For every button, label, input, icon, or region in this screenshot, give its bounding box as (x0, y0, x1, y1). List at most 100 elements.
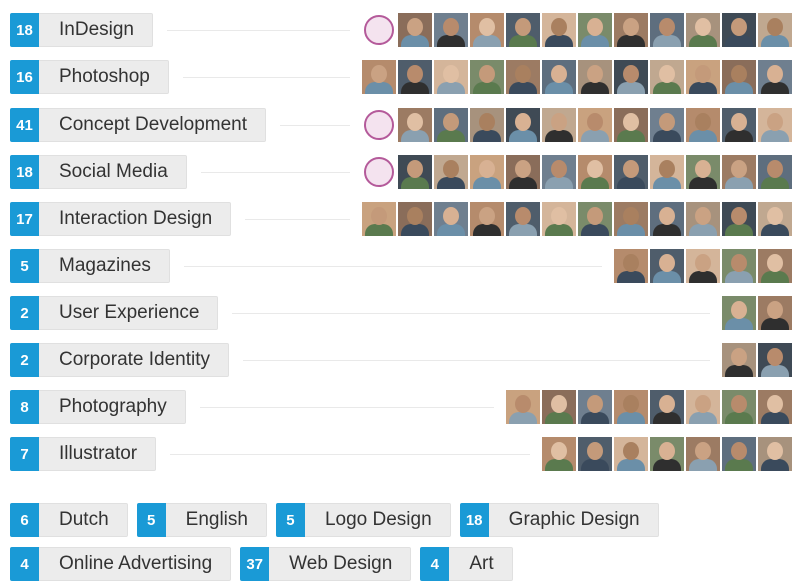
tag-pill[interactable]: 5 English (136, 503, 267, 537)
avatar[interactable] (362, 60, 396, 94)
avatar[interactable] (398, 60, 432, 94)
avatar[interactable] (578, 390, 612, 424)
avatar[interactable] (542, 60, 576, 94)
avatar[interactable] (686, 437, 720, 471)
avatar[interactable] (722, 13, 756, 47)
avatar[interactable] (758, 155, 792, 189)
avatar[interactable] (758, 60, 792, 94)
tag-pill[interactable]: 5 Logo Design (275, 503, 451, 537)
avatar[interactable] (542, 390, 576, 424)
avatar[interactable] (578, 202, 612, 236)
skill-pill[interactable]: 8 Photography (10, 390, 186, 424)
avatar[interactable] (650, 249, 684, 283)
avatar[interactable] (722, 60, 756, 94)
avatar[interactable] (722, 343, 756, 377)
avatar[interactable] (434, 60, 468, 94)
skill-label[interactable]: User Experience (39, 296, 219, 330)
skill-label[interactable]: Photography (39, 390, 186, 424)
skill-label[interactable]: Concept Development (39, 108, 266, 142)
avatar[interactable] (506, 155, 540, 189)
avatar[interactable] (542, 108, 576, 142)
avatar[interactable] (758, 108, 792, 142)
avatar[interactable] (614, 108, 648, 142)
avatar[interactable] (362, 13, 396, 47)
skill-pill[interactable]: 17 Interaction Design (10, 202, 232, 236)
tag-label[interactable]: English (165, 503, 267, 537)
avatar[interactable] (722, 296, 756, 330)
avatar[interactable] (542, 155, 576, 189)
avatar[interactable] (578, 437, 612, 471)
skill-pill[interactable]: 16 Photoshop (10, 60, 169, 94)
avatar[interactable] (398, 108, 432, 142)
skill-pill[interactable]: 18 Social Media (10, 155, 187, 189)
avatar[interactable] (686, 202, 720, 236)
tag-label[interactable]: Graphic Design (488, 503, 659, 537)
skill-pill[interactable]: 7 Illustrator (10, 437, 157, 471)
avatar[interactable] (470, 108, 504, 142)
avatar[interactable] (686, 108, 720, 142)
tag-label[interactable]: Art (449, 547, 513, 581)
avatar[interactable] (722, 108, 756, 142)
avatar[interactable] (758, 343, 792, 377)
avatar[interactable] (542, 13, 576, 47)
avatar[interactable] (470, 60, 504, 94)
avatar[interactable] (758, 296, 792, 330)
avatar[interactable] (614, 60, 648, 94)
avatar[interactable] (614, 13, 648, 47)
avatar[interactable] (758, 13, 792, 47)
avatar[interactable] (470, 202, 504, 236)
avatar[interactable] (614, 437, 648, 471)
skill-pill[interactable]: 18 InDesign (10, 13, 153, 47)
tag-pill[interactable]: 4 Art (420, 547, 513, 581)
avatar[interactable] (650, 108, 684, 142)
skill-label[interactable]: Interaction Design (39, 202, 232, 236)
skill-label[interactable]: Illustrator (39, 437, 157, 471)
avatar[interactable] (758, 202, 792, 236)
avatar[interactable] (434, 13, 468, 47)
avatar[interactable] (686, 390, 720, 424)
skill-label[interactable]: InDesign (39, 13, 153, 47)
avatar[interactable] (650, 60, 684, 94)
avatar[interactable] (434, 155, 468, 189)
tag-pill[interactable]: 18 Graphic Design (459, 503, 659, 537)
avatar[interactable] (506, 390, 540, 424)
avatar[interactable] (722, 155, 756, 189)
skill-pill[interactable]: 5 Magazines (10, 249, 170, 283)
avatar[interactable] (470, 13, 504, 47)
avatar[interactable] (578, 60, 612, 94)
avatar[interactable] (542, 437, 576, 471)
avatar[interactable] (578, 108, 612, 142)
avatar[interactable] (722, 249, 756, 283)
avatar[interactable] (614, 155, 648, 189)
avatar[interactable] (470, 155, 504, 189)
avatar[interactable] (434, 202, 468, 236)
avatar[interactable] (614, 390, 648, 424)
avatar[interactable] (506, 13, 540, 47)
skill-pill[interactable]: 41 Concept Development (10, 108, 266, 142)
avatar[interactable] (362, 155, 396, 189)
skill-label[interactable]: Magazines (39, 249, 170, 283)
skill-label[interactable]: Social Media (39, 155, 187, 189)
avatar[interactable] (578, 155, 612, 189)
avatar[interactable] (650, 13, 684, 47)
avatar[interactable] (506, 202, 540, 236)
tag-pill[interactable]: 37 Web Design (240, 547, 412, 581)
avatar[interactable] (542, 202, 576, 236)
skill-pill[interactable]: 2 User Experience (10, 296, 219, 330)
avatar[interactable] (686, 155, 720, 189)
avatar[interactable] (650, 202, 684, 236)
tag-label[interactable]: Online Advertising (39, 547, 232, 581)
avatar[interactable] (506, 108, 540, 142)
avatar[interactable] (614, 202, 648, 236)
avatar[interactable] (650, 437, 684, 471)
skill-pill[interactable]: 2 Corporate Identity (10, 343, 230, 377)
tag-label[interactable]: Web Design (269, 547, 412, 581)
avatar[interactable] (758, 437, 792, 471)
skill-label[interactable]: Photoshop (39, 60, 169, 94)
avatar[interactable] (398, 13, 432, 47)
avatar[interactable] (650, 155, 684, 189)
skill-label[interactable]: Corporate Identity (39, 343, 230, 377)
avatar[interactable] (758, 390, 792, 424)
avatar[interactable] (614, 249, 648, 283)
avatar[interactable] (722, 437, 756, 471)
